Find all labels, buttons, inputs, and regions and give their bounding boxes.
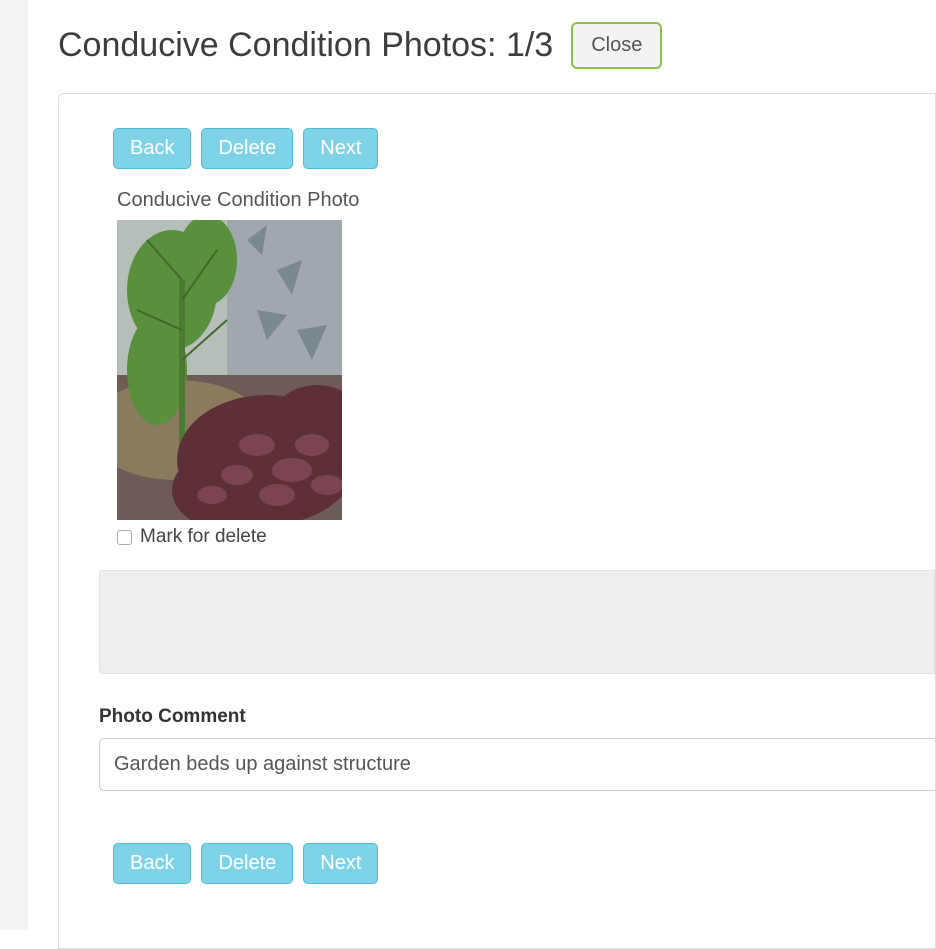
delete-button[interactable]: Delete bbox=[201, 128, 293, 169]
annotation-toolbar-placeholder bbox=[99, 570, 935, 674]
page-title: Conducive Condition Photos: 1/3 bbox=[58, 26, 553, 65]
close-button[interactable]: Close bbox=[571, 22, 662, 69]
condition-photo bbox=[117, 220, 342, 520]
comment-label: Photo Comment bbox=[99, 706, 935, 728]
nav-bottom: Back Delete Next bbox=[113, 843, 935, 884]
mark-delete-label: Mark for delete bbox=[140, 526, 267, 548]
mark-delete-row[interactable]: Mark for delete bbox=[117, 526, 935, 548]
back-button[interactable]: Back bbox=[113, 128, 191, 169]
left-gutter bbox=[0, 0, 28, 930]
next-button-bottom[interactable]: Next bbox=[303, 843, 378, 884]
nav-top: Back Delete Next bbox=[113, 128, 935, 169]
comment-input[interactable] bbox=[99, 738, 935, 791]
next-button[interactable]: Next bbox=[303, 128, 378, 169]
photo-section-label: Conducive Condition Photo bbox=[117, 189, 935, 212]
main-panel: Back Delete Next Conducive Condition Pho… bbox=[58, 93, 936, 949]
delete-button-bottom[interactable]: Delete bbox=[201, 843, 293, 884]
header: Conducive Condition Photos: 1/3 Close bbox=[58, 22, 936, 69]
mark-delete-checkbox[interactable] bbox=[117, 530, 132, 545]
page-container: Conducive Condition Photos: 1/3 Close Ba… bbox=[28, 0, 936, 930]
back-button-bottom[interactable]: Back bbox=[113, 843, 191, 884]
